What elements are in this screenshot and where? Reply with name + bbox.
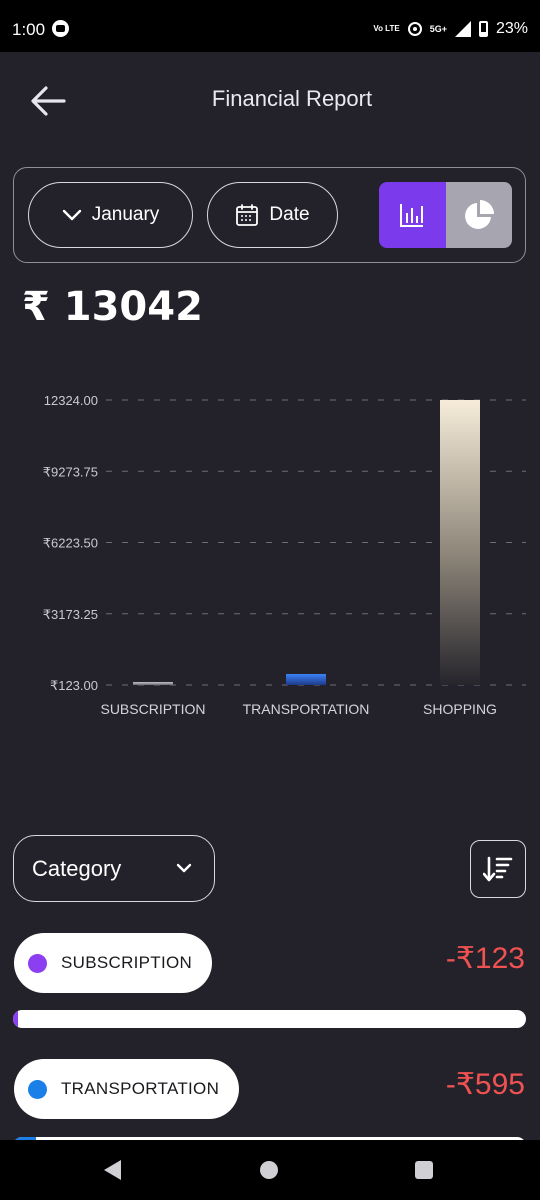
- pie-chart-icon: [464, 200, 494, 229]
- category-name: TRANSPORTATION: [61, 1079, 220, 1098]
- y-tick-label: 12324.00: [44, 393, 98, 408]
- y-tick-label: ₹9273.75: [43, 464, 98, 479]
- app-notification-icon: [52, 20, 69, 37]
- category-color-dot: [28, 1079, 47, 1099]
- share-progress-fill: [13, 1010, 18, 1028]
- header: Financial Report: [0, 52, 540, 148]
- x-tick-label: TRANSPORTATION: [243, 701, 370, 717]
- bar-chart-view-button[interactable]: [379, 182, 446, 248]
- filter-bar: January Date: [13, 167, 526, 263]
- x-tick-label: SUBSCRIPTION: [100, 701, 205, 717]
- nav-home-icon[interactable]: [260, 1161, 278, 1179]
- status-time: 1:00: [12, 20, 46, 39]
- sort-button[interactable]: [470, 840, 526, 898]
- category-dropdown-label: Category: [32, 855, 122, 881]
- battery-icon: [478, 21, 488, 37]
- transaction-amount: -₹595: [445, 1068, 525, 1101]
- month-label: January: [91, 204, 160, 225]
- nav-recents-icon[interactable]: [415, 1161, 433, 1179]
- y-tick-label: ₹123.00: [50, 678, 98, 693]
- category-color-dot: [28, 953, 47, 973]
- total-amount: ₹ 13042: [22, 284, 203, 330]
- sort-descending-icon: [483, 856, 513, 882]
- transaction-amount: -₹123: [445, 942, 525, 975]
- bar-transportation[interactable]: [286, 673, 326, 685]
- battery-percent: 23%: [495, 20, 528, 37]
- share-progress-bar: [13, 1010, 526, 1028]
- page-title: Financial Report: [211, 86, 373, 111]
- x-tick-label: SHOPPING: [423, 701, 497, 717]
- network-type: 5G+: [429, 24, 447, 34]
- signal-icon: [454, 21, 471, 37]
- expense-bar-chart: 12324.00 ₹9273.75 ₹6223.50 ₹3173.25 ₹123.00 S…: [0, 370, 540, 740]
- system-navigation-bar: [0, 1140, 540, 1200]
- chart-view-toggle: [379, 182, 512, 248]
- nav-back-icon[interactable]: [104, 1160, 121, 1180]
- volte-icon: Vo LTE: [373, 24, 400, 33]
- date-label: Date: [269, 204, 310, 225]
- chart-svg: 12324.00₹9273.75₹6223.50₹3173.25₹123.00S…: [43, 393, 526, 717]
- date-selector[interactable]: Date: [207, 182, 338, 248]
- category-chip[interactable]: TRANSPORTATION: [14, 1059, 240, 1119]
- bar-subscription[interactable]: [133, 682, 173, 685]
- status-indicators: Vo LTE 5G+ 23%: [373, 20, 528, 38]
- status-bar: 1:00 Vo LTE 5G+ 23%: [0, 0, 540, 52]
- bar-chart-icon: [400, 204, 424, 227]
- category-dropdown[interactable]: Category: [13, 835, 215, 902]
- chevron-down-icon: [176, 863, 192, 873]
- calendar-icon: [236, 204, 259, 226]
- category-name: SUBSCRIPTION: [61, 953, 193, 972]
- month-selector[interactable]: January: [28, 182, 193, 248]
- chevron-down-icon: [62, 209, 81, 221]
- bar-shopping[interactable]: [440, 400, 480, 685]
- y-tick-label: ₹6223.50: [43, 536, 98, 551]
- pie-chart-view-button[interactable]: [445, 182, 512, 248]
- category-chip[interactable]: SUBSCRIPTION: [14, 933, 213, 993]
- hotspot-icon: [407, 22, 422, 36]
- y-tick-label: ₹3173.25: [43, 607, 98, 622]
